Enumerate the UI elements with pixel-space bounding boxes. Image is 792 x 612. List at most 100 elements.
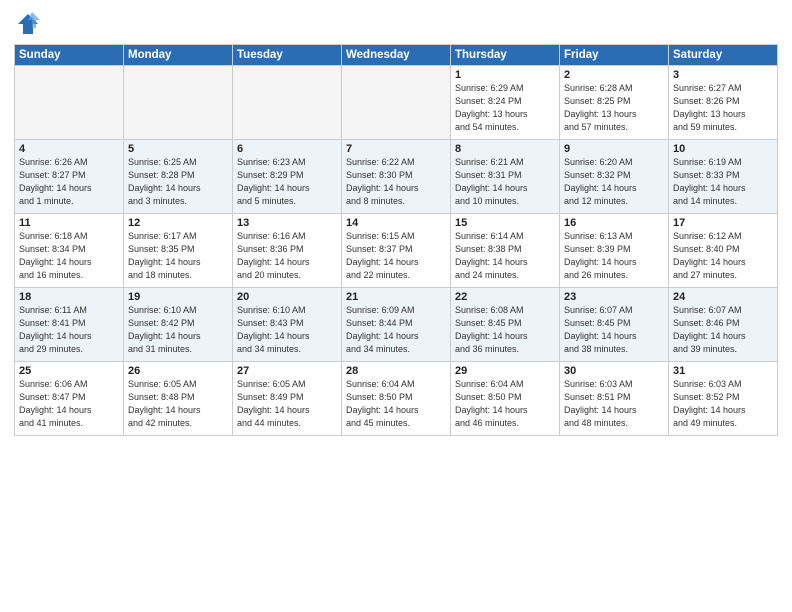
table-row: 23Sunrise: 6:07 AMSunset: 8:45 PMDayligh…: [560, 288, 669, 362]
day-info: Sunrise: 6:09 AMSunset: 8:44 PMDaylight:…: [346, 304, 446, 356]
day-number: 28: [346, 365, 446, 377]
day-info: Sunrise: 6:18 AMSunset: 8:34 PMDaylight:…: [19, 230, 119, 282]
col-wednesday: Wednesday: [342, 45, 451, 66]
calendar-week-row: 18Sunrise: 6:11 AMSunset: 8:41 PMDayligh…: [15, 288, 778, 362]
table-row: 2Sunrise: 6:28 AMSunset: 8:25 PMDaylight…: [560, 66, 669, 140]
table-row: 19Sunrise: 6:10 AMSunset: 8:42 PMDayligh…: [124, 288, 233, 362]
table-row: 17Sunrise: 6:12 AMSunset: 8:40 PMDayligh…: [669, 214, 778, 288]
day-number: 8: [455, 143, 555, 155]
table-row: 10Sunrise: 6:19 AMSunset: 8:33 PMDayligh…: [669, 140, 778, 214]
day-info: Sunrise: 6:23 AMSunset: 8:29 PMDaylight:…: [237, 156, 337, 208]
day-number: 7: [346, 143, 446, 155]
day-number: 25: [19, 365, 119, 377]
day-info: Sunrise: 6:06 AMSunset: 8:47 PMDaylight:…: [19, 378, 119, 430]
table-row: 6Sunrise: 6:23 AMSunset: 8:29 PMDaylight…: [233, 140, 342, 214]
day-info: Sunrise: 6:07 AMSunset: 8:45 PMDaylight:…: [564, 304, 664, 356]
day-info: Sunrise: 6:04 AMSunset: 8:50 PMDaylight:…: [346, 378, 446, 430]
day-info: Sunrise: 6:13 AMSunset: 8:39 PMDaylight:…: [564, 230, 664, 282]
day-number: 4: [19, 143, 119, 155]
table-row: 4Sunrise: 6:26 AMSunset: 8:27 PMDaylight…: [15, 140, 124, 214]
day-info: Sunrise: 6:04 AMSunset: 8:50 PMDaylight:…: [455, 378, 555, 430]
day-info: Sunrise: 6:15 AMSunset: 8:37 PMDaylight:…: [346, 230, 446, 282]
day-info: Sunrise: 6:14 AMSunset: 8:38 PMDaylight:…: [455, 230, 555, 282]
calendar-week-row: 4Sunrise: 6:26 AMSunset: 8:27 PMDaylight…: [15, 140, 778, 214]
day-number: 29: [455, 365, 555, 377]
table-row: 12Sunrise: 6:17 AMSunset: 8:35 PMDayligh…: [124, 214, 233, 288]
table-row: [342, 66, 451, 140]
day-number: 20: [237, 291, 337, 303]
day-number: 30: [564, 365, 664, 377]
col-monday: Monday: [124, 45, 233, 66]
day-info: Sunrise: 6:16 AMSunset: 8:36 PMDaylight:…: [237, 230, 337, 282]
table-row: 21Sunrise: 6:09 AMSunset: 8:44 PMDayligh…: [342, 288, 451, 362]
table-row: 7Sunrise: 6:22 AMSunset: 8:30 PMDaylight…: [342, 140, 451, 214]
day-number: 3: [673, 69, 773, 81]
table-row: 26Sunrise: 6:05 AMSunset: 8:48 PMDayligh…: [124, 362, 233, 436]
col-sunday: Sunday: [15, 45, 124, 66]
table-row: 28Sunrise: 6:04 AMSunset: 8:50 PMDayligh…: [342, 362, 451, 436]
table-row: 13Sunrise: 6:16 AMSunset: 8:36 PMDayligh…: [233, 214, 342, 288]
col-thursday: Thursday: [451, 45, 560, 66]
table-row: 11Sunrise: 6:18 AMSunset: 8:34 PMDayligh…: [15, 214, 124, 288]
day-info: Sunrise: 6:27 AMSunset: 8:26 PMDaylight:…: [673, 82, 773, 134]
calendar-week-row: 1Sunrise: 6:29 AMSunset: 8:24 PMDaylight…: [15, 66, 778, 140]
calendar-week-row: 25Sunrise: 6:06 AMSunset: 8:47 PMDayligh…: [15, 362, 778, 436]
day-info: Sunrise: 6:17 AMSunset: 8:35 PMDaylight:…: [128, 230, 228, 282]
table-row: 14Sunrise: 6:15 AMSunset: 8:37 PMDayligh…: [342, 214, 451, 288]
day-number: 17: [673, 217, 773, 229]
day-info: Sunrise: 6:08 AMSunset: 8:45 PMDaylight:…: [455, 304, 555, 356]
day-number: 27: [237, 365, 337, 377]
calendar-table: Sunday Monday Tuesday Wednesday Thursday…: [14, 44, 778, 436]
day-info: Sunrise: 6:07 AMSunset: 8:46 PMDaylight:…: [673, 304, 773, 356]
day-number: 5: [128, 143, 228, 155]
col-friday: Friday: [560, 45, 669, 66]
logo: [14, 10, 44, 38]
day-info: Sunrise: 6:10 AMSunset: 8:43 PMDaylight:…: [237, 304, 337, 356]
day-number: 15: [455, 217, 555, 229]
day-number: 6: [237, 143, 337, 155]
day-info: Sunrise: 6:05 AMSunset: 8:48 PMDaylight:…: [128, 378, 228, 430]
page: Sunday Monday Tuesday Wednesday Thursday…: [0, 0, 792, 612]
table-row: 5Sunrise: 6:25 AMSunset: 8:28 PMDaylight…: [124, 140, 233, 214]
day-number: 19: [128, 291, 228, 303]
table-row: 1Sunrise: 6:29 AMSunset: 8:24 PMDaylight…: [451, 66, 560, 140]
day-info: Sunrise: 6:29 AMSunset: 8:24 PMDaylight:…: [455, 82, 555, 134]
table-row: [124, 66, 233, 140]
day-info: Sunrise: 6:05 AMSunset: 8:49 PMDaylight:…: [237, 378, 337, 430]
col-saturday: Saturday: [669, 45, 778, 66]
day-number: 18: [19, 291, 119, 303]
calendar-header-row: Sunday Monday Tuesday Wednesday Thursday…: [15, 45, 778, 66]
day-number: 9: [564, 143, 664, 155]
table-row: 16Sunrise: 6:13 AMSunset: 8:39 PMDayligh…: [560, 214, 669, 288]
day-number: 1: [455, 69, 555, 81]
day-number: 22: [455, 291, 555, 303]
day-number: 21: [346, 291, 446, 303]
day-info: Sunrise: 6:03 AMSunset: 8:52 PMDaylight:…: [673, 378, 773, 430]
day-number: 14: [346, 217, 446, 229]
calendar-week-row: 11Sunrise: 6:18 AMSunset: 8:34 PMDayligh…: [15, 214, 778, 288]
day-number: 23: [564, 291, 664, 303]
table-row: [233, 66, 342, 140]
day-info: Sunrise: 6:22 AMSunset: 8:30 PMDaylight:…: [346, 156, 446, 208]
day-number: 31: [673, 365, 773, 377]
table-row: 30Sunrise: 6:03 AMSunset: 8:51 PMDayligh…: [560, 362, 669, 436]
day-info: Sunrise: 6:10 AMSunset: 8:42 PMDaylight:…: [128, 304, 228, 356]
day-info: Sunrise: 6:03 AMSunset: 8:51 PMDaylight:…: [564, 378, 664, 430]
day-number: 26: [128, 365, 228, 377]
col-tuesday: Tuesday: [233, 45, 342, 66]
logo-icon: [14, 10, 42, 38]
table-row: [15, 66, 124, 140]
day-info: Sunrise: 6:28 AMSunset: 8:25 PMDaylight:…: [564, 82, 664, 134]
table-row: 22Sunrise: 6:08 AMSunset: 8:45 PMDayligh…: [451, 288, 560, 362]
day-info: Sunrise: 6:21 AMSunset: 8:31 PMDaylight:…: [455, 156, 555, 208]
table-row: 24Sunrise: 6:07 AMSunset: 8:46 PMDayligh…: [669, 288, 778, 362]
day-info: Sunrise: 6:12 AMSunset: 8:40 PMDaylight:…: [673, 230, 773, 282]
day-info: Sunrise: 6:20 AMSunset: 8:32 PMDaylight:…: [564, 156, 664, 208]
header: [14, 10, 778, 38]
table-row: 27Sunrise: 6:05 AMSunset: 8:49 PMDayligh…: [233, 362, 342, 436]
table-row: 20Sunrise: 6:10 AMSunset: 8:43 PMDayligh…: [233, 288, 342, 362]
day-info: Sunrise: 6:25 AMSunset: 8:28 PMDaylight:…: [128, 156, 228, 208]
table-row: 25Sunrise: 6:06 AMSunset: 8:47 PMDayligh…: [15, 362, 124, 436]
day-number: 13: [237, 217, 337, 229]
day-number: 10: [673, 143, 773, 155]
